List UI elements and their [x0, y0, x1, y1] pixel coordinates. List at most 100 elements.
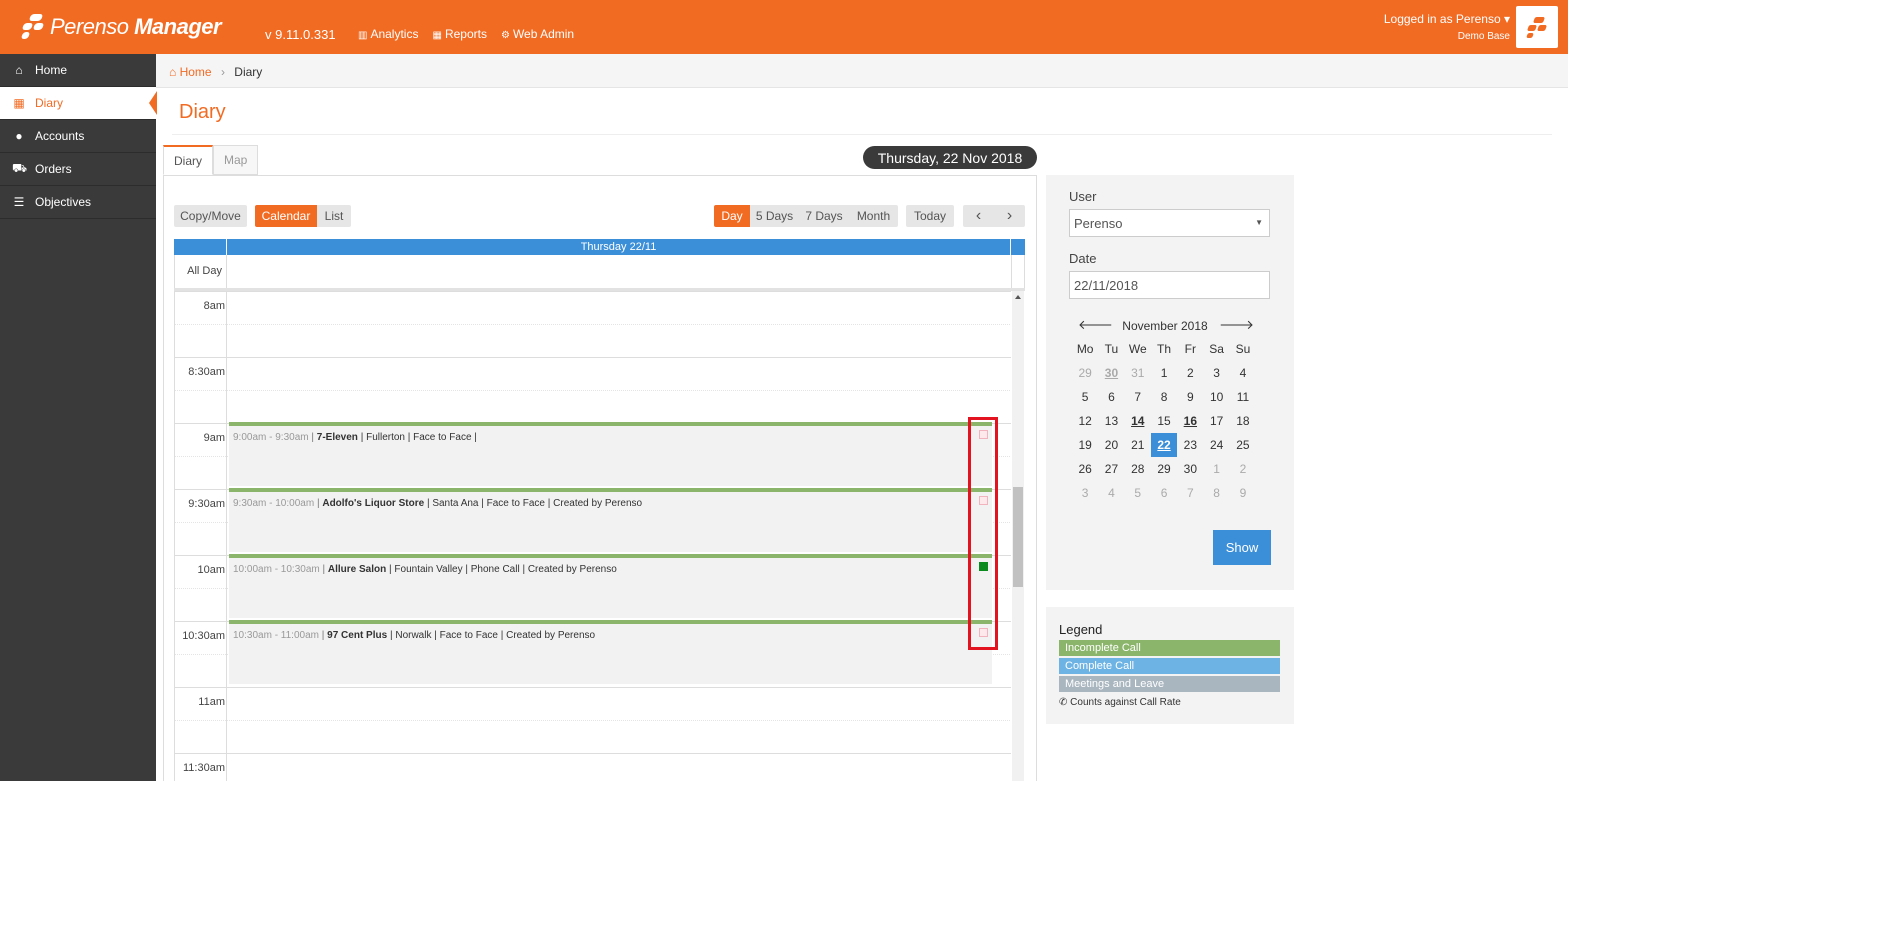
- home-icon: ⌂: [15, 63, 23, 77]
- calendar-event[interactable]: 10:00am - 10:30am | Allure Salon | Fount…: [229, 554, 992, 618]
- calendar-day[interactable]: 11: [1230, 385, 1256, 409]
- cogs-icon: ⚙: [500, 30, 510, 41]
- next-month-icon[interactable]: 🡒: [1219, 317, 1254, 333]
- calendar-day[interactable]: 28: [1125, 457, 1151, 481]
- calendar-day[interactable]: 16: [1177, 409, 1203, 433]
- today-button[interactable]: Today: [906, 205, 954, 227]
- database-label: Demo Base: [1457, 31, 1510, 42]
- nav-analytics[interactable]: ▥ Analytics: [358, 27, 418, 41]
- page-title: Diary: [179, 101, 226, 123]
- calendar-day[interactable]: 14: [1125, 409, 1151, 433]
- calendar-day[interactable]: 17: [1203, 409, 1229, 433]
- caret-down-icon: ▼: [1255, 218, 1263, 227]
- sidebar-item-diary[interactable]: ▦ Diary: [0, 87, 157, 120]
- calendar-day[interactable]: 1: [1203, 457, 1229, 481]
- date-input[interactable]: 22/11/2018: [1069, 271, 1270, 299]
- calendar-event[interactable]: 9:00am - 9:30am | 7-Eleven | Fullerton |…: [229, 422, 992, 486]
- calendar-icon: ▦: [13, 96, 25, 110]
- avatar[interactable]: [1516, 6, 1558, 48]
- calendar-day[interactable]: 9: [1177, 385, 1203, 409]
- calendar-day[interactable]: 2: [1230, 457, 1256, 481]
- calendar-day[interactable]: 27: [1098, 457, 1124, 481]
- calendar-day[interactable]: 3: [1203, 361, 1229, 385]
- previous-arrow-icon[interactable]: ‹: [963, 205, 994, 227]
- sidebar-item-orders[interactable]: ⛟ Orders: [0, 153, 156, 186]
- calendar-day[interactable]: 24: [1203, 433, 1229, 457]
- time-slot[interactable]: 11:30am: [175, 753, 1011, 781]
- calendar-day[interactable]: 7: [1177, 481, 1203, 505]
- calendar-day[interactable]: 4: [1098, 481, 1124, 505]
- breadcrumb-home[interactable]: ⌂ Home: [169, 65, 212, 79]
- time-slot[interactable]: [175, 390, 1011, 423]
- time-slot[interactable]: [175, 324, 1011, 357]
- calendar-day[interactable]: 1: [1151, 361, 1177, 385]
- tab-diary[interactable]: Diary: [163, 145, 214, 175]
- legend-complete-call: Complete Call: [1059, 658, 1280, 674]
- show-button[interactable]: Show: [1213, 530, 1271, 565]
- calendar-view-button[interactable]: Calendar: [255, 205, 317, 227]
- calendar-event[interactable]: 10:30am - 11:00am | 97 Cent Plus | Norwa…: [229, 620, 992, 684]
- calendar-day[interactable]: 20: [1098, 433, 1124, 457]
- calendar-day[interactable]: 12: [1072, 409, 1098, 433]
- weekday-header: Mo: [1076, 342, 1094, 356]
- calendar-day[interactable]: 29: [1072, 361, 1098, 385]
- time-slot[interactable]: [175, 720, 1011, 753]
- calendar-day[interactable]: 25: [1230, 433, 1256, 457]
- event-account: Allure Salon: [327, 564, 387, 575]
- calendar-day[interactable]: 23: [1177, 433, 1203, 457]
- calendar-day[interactable]: 8: [1203, 481, 1229, 505]
- calendar-day[interactable]: 8: [1151, 385, 1177, 409]
- calendar-scrollbar[interactable]: [1012, 291, 1024, 781]
- calendar-day[interactable]: 26: [1072, 457, 1098, 481]
- sidebar-item-home[interactable]: ⌂ Home: [0, 54, 156, 87]
- time-slot[interactable]: 8:30am: [175, 357, 1011, 390]
- logo[interactable]: Perenso Manager: [20, 10, 222, 44]
- calendar-day[interactable]: 3: [1072, 481, 1098, 505]
- cart-icon: ⛟: [12, 161, 28, 175]
- day-view-button[interactable]: Day: [714, 205, 750, 227]
- user-menu[interactable]: Logged in as Perenso ▾ Demo Base: [1384, 12, 1510, 42]
- calendar-day[interactable]: 5: [1072, 385, 1098, 409]
- calendar-day[interactable]: 15: [1151, 409, 1177, 433]
- calendar-day[interactable]: 31: [1125, 361, 1151, 385]
- calendar-day[interactable]: 10: [1203, 385, 1229, 409]
- calendar-day[interactable]: 21: [1125, 433, 1151, 457]
- sidebar-item-objectives[interactable]: ☰ Objectives: [0, 186, 156, 219]
- copy-move-button[interactable]: Copy/Move: [174, 205, 247, 227]
- calendar-day[interactable]: 7: [1125, 385, 1151, 409]
- time-slot[interactable]: 8am: [175, 291, 1011, 324]
- month-view-button[interactable]: Month: [849, 205, 898, 227]
- breadcrumb-bar: ⌂ Home › Diary: [156, 54, 1568, 88]
- scroll-thumb[interactable]: [1013, 487, 1023, 587]
- sidebar-item-accounts[interactable]: ● Accounts: [0, 120, 156, 153]
- users-icon: ●: [15, 129, 23, 143]
- tab-map[interactable]: Map: [213, 145, 259, 175]
- next-arrow-icon[interactable]: ›: [994, 205, 1025, 227]
- event-account: Adolfo's Liquor Store: [322, 498, 425, 509]
- calendar-day[interactable]: 29: [1151, 457, 1177, 481]
- calendar-day[interactable]: 9: [1230, 481, 1256, 505]
- calendar-day[interactable]: 13: [1098, 409, 1124, 433]
- calendar-day[interactable]: 18: [1230, 409, 1256, 433]
- five-days-view-button[interactable]: 5 Days: [750, 205, 799, 227]
- nav-reports[interactable]: ▦ Reports: [432, 27, 486, 41]
- calendar-day[interactable]: 30: [1098, 361, 1124, 385]
- time-slot[interactable]: 11am: [175, 687, 1011, 720]
- calendar-day[interactable]: 19: [1072, 433, 1098, 457]
- seven-days-view-button[interactable]: 7 Days: [799, 205, 849, 227]
- calendar-day[interactable]: 6: [1151, 481, 1177, 505]
- calendar-day[interactable]: 4: [1230, 361, 1256, 385]
- calendar-day[interactable]: 2: [1177, 361, 1203, 385]
- calendar-event[interactable]: 9:30am - 10:00am | Adolfo's Liquor Store…: [229, 488, 992, 552]
- list-view-button[interactable]: List: [317, 205, 351, 227]
- calendar-day[interactable]: 22: [1150, 433, 1178, 457]
- calendar-day[interactable]: 5: [1125, 481, 1151, 505]
- scroll-up-icon[interactable]: [1015, 295, 1021, 299]
- time-grid[interactable]: 8am 8:30am 9am 9:30am 10am 10:30am 11am …: [174, 291, 1011, 781]
- all-day-row[interactable]: All Day: [174, 255, 1025, 289]
- chart-icon: ▥: [358, 30, 368, 41]
- calendar-day[interactable]: 6: [1098, 385, 1124, 409]
- nav-web-admin[interactable]: ⚙ Web Admin: [501, 27, 574, 41]
- user-select[interactable]: Perenso ▼: [1069, 209, 1270, 237]
- calendar-day[interactable]: 30: [1177, 457, 1203, 481]
